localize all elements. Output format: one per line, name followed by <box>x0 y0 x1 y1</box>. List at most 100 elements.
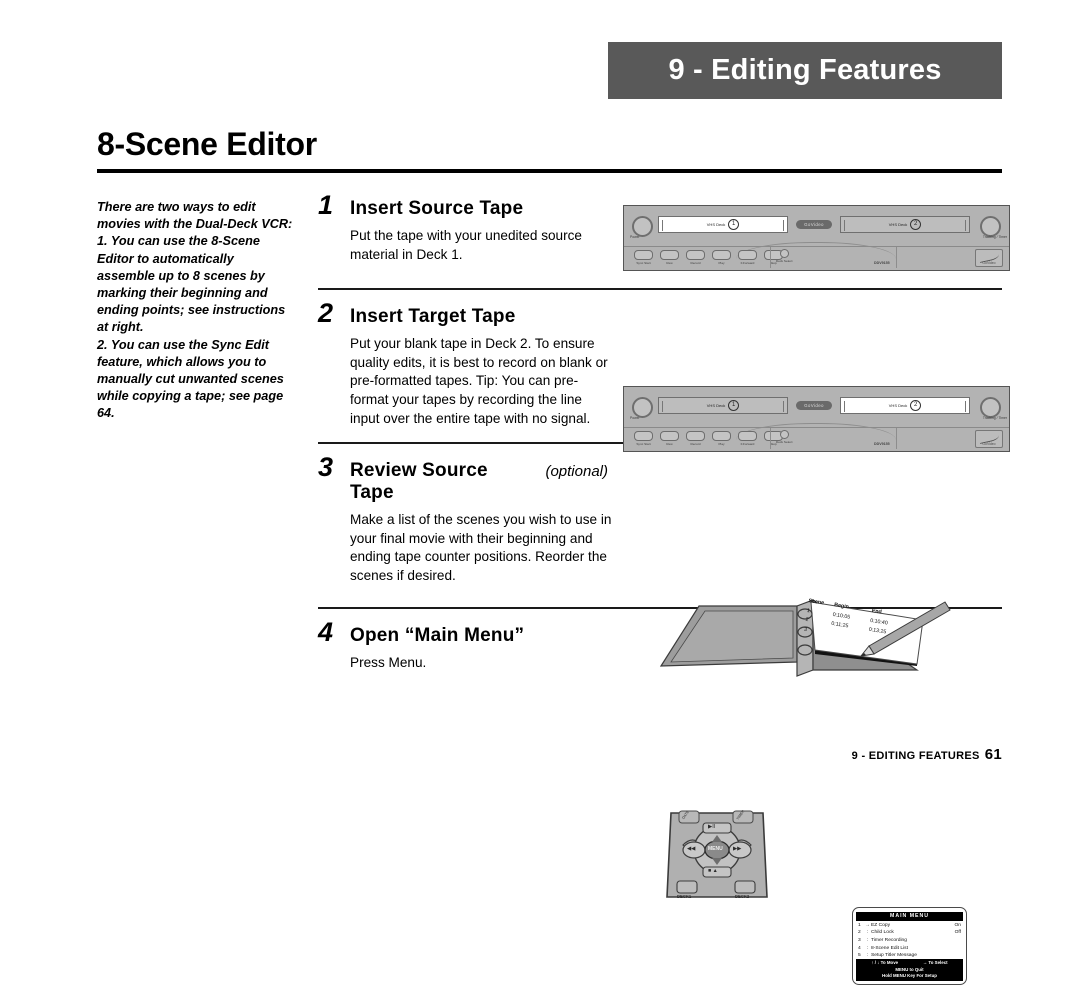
osd-title: MAIN MENU <box>856 912 963 921</box>
remote-play-pause-label: ▶II <box>708 824 716 830</box>
vcr1-deck2-slot: VHS Deck 2 <box>840 216 970 233</box>
step-3-number: 3 <box>318 452 334 483</box>
vcr2-top-panel: Power Tracking / Timer VHS Deck 1 GoVide… <box>624 387 1009 428</box>
sidebar-note-paragraph-1: There are two ways to edit movies with t… <box>97 200 293 232</box>
osd-item-1-label: EZ Copy <box>871 922 891 928</box>
vcr1-button-sync-start-label: Sync Start <box>636 261 651 265</box>
vcr2-button-play-label: Play <box>718 442 725 446</box>
remote-timer-label: TIMER <box>735 809 746 821</box>
remote-date-label: DATE <box>681 810 690 820</box>
sync-start-icon <box>634 250 653 260</box>
step-4-number: 4 <box>318 616 334 647</box>
power-knob-icon <box>632 216 653 237</box>
vcr1-button-rew-label: Rew <box>666 261 673 265</box>
page-title-rule <box>97 169 1002 173</box>
chapter-banner-text: 9 - Editing Features <box>668 54 942 86</box>
vcr1-deck1-slot: VHS Deck 1 <box>658 216 788 233</box>
vcr1-logo: GoVideo <box>975 249 1003 267</box>
vcr1-button-forward: F.Forward <box>738 250 757 265</box>
vcr1-bottom-panel: Sync Start Rew Record Play F.Forward Sto… <box>624 242 1009 270</box>
tracking-knob-icon <box>980 216 1001 237</box>
remote-rewind-label: ◀◀ <box>687 846 696 852</box>
binder-row1-scene: 1 <box>806 607 811 614</box>
footer-chapter-crumb: 9 - EDITING FEATURES <box>851 750 980 762</box>
vcr1-deck2-number: 2 <box>910 219 922 230</box>
remote-illustration: DATE TIMER ▶II ■ ▲ ◀◀ ▶▶ MENU DECK1 DECK… <box>663 809 771 904</box>
osd-item-2-label: Child Lock <box>871 930 894 936</box>
osd-item-8-scene-edit-list[interactable]: 4 : 8-Scene Edit List <box>856 945 963 953</box>
step-1-title: Insert Source Tape <box>350 198 524 219</box>
vcr2-bottom-panel: Sync Start Rew Record Play F.Forward Sto… <box>624 423 1009 451</box>
vcr2-tracking-label: Tracking / Timer <box>982 416 1007 420</box>
step-4-body: Press Menu. <box>350 654 427 670</box>
remote-labels: DATE TIMER ▶II ■ ▲ ◀◀ ▶▶ MENU DECK1 DECK… <box>663 809 771 904</box>
vcr2-button-sync-start-label: Sync Start <box>636 442 651 446</box>
step-insert-target-tape: 2 Insert Target Tape Put your blank tape… <box>318 288 1002 442</box>
step-2-rule <box>318 288 1002 291</box>
osd-item-timer-recording[interactable]: 3 : Timer Recording <box>856 937 963 945</box>
osd-main-menu: MAIN MENU 1 → EZ Copy On 2 : Child Lock … <box>852 907 967 985</box>
vcr2-button-forward-label: F.Forward <box>740 442 755 446</box>
vcr1-tracking-label: Tracking / Timer <box>982 235 1007 239</box>
vcr2-deck2-slot: VHS Deck 2 <box>840 397 970 414</box>
sidebar-note: There are two ways to edit movies with t… <box>97 199 294 423</box>
vcr1-button-play: Play <box>712 250 731 265</box>
vcr-illustration-deck2: Power Tracking / Timer VHS Deck 1 GoVide… <box>623 386 1010 452</box>
osd-item-4-label: 8-Scene Edit List <box>871 945 908 951</box>
step-1-number: 1 <box>318 190 334 220</box>
chapter-banner: 9 - Editing Features <box>608 42 1002 99</box>
vcr1-button-record: Record <box>686 250 705 265</box>
remote-menu-label: MENU <box>708 846 723 852</box>
vcr1-brand-badge: GoVideo <box>796 220 832 229</box>
osd-item-ez-copy[interactable]: 1 → EZ Copy On <box>856 922 963 930</box>
step-2-title: Insert Target Tape <box>350 306 516 328</box>
osd-item-1-value: On <box>954 922 961 928</box>
vcr1-top-panel: Power Tracking / Timer VHS Deck 1 GoVide… <box>624 206 1009 247</box>
vcr2-separator-1 <box>770 428 771 449</box>
vcr1-deck1-number: 1 <box>728 219 740 230</box>
vcr2-deck2-label: VHS Deck <box>888 403 908 408</box>
step-open-main-menu: 4 Open “Main Menu” Press Menu. <box>318 606 1002 673</box>
osd-item-4-separator: : <box>866 945 869 951</box>
remote-stop-eject-label: ■ ▲ <box>708 868 718 874</box>
vcr2-deck1-tick-left <box>662 401 663 412</box>
step-4-heading: 4 Open “Main Menu” <box>318 616 608 647</box>
sidebar-note-paragraph-3: 2. You can use the Sync Edit feature, wh… <box>97 337 284 421</box>
remote-deck1-label: DECK1 <box>677 894 692 899</box>
binder-illustration: Scene Begin End 1 0:10:05 0:10:40 2 0:11… <box>655 584 955 684</box>
osd-item-child-lock[interactable]: 2 : Child Lock Off <box>856 929 963 937</box>
step-3-body: Make a list of the scenes you wish to us… <box>350 512 612 583</box>
govideo-swoosh-icon <box>978 250 1000 263</box>
step-3-heading: 3 Review Source Tape (optional) <box>318 454 608 504</box>
vcr1-deck1-label: VHS Deck <box>706 222 726 227</box>
vcr2-button-record: Record <box>686 431 705 446</box>
vcr2-deck2-tick-left <box>844 401 845 412</box>
tracking-knob-icon <box>980 397 1001 418</box>
rewind-icon <box>660 250 679 260</box>
osd-item-3-label: Timer Recording <box>871 938 907 943</box>
vcr1-transport-buttons: Sync Start Rew Record Play F.Forward Sto… <box>634 250 783 265</box>
vcr2-button-play: Play <box>712 431 731 446</box>
osd-item-3-separator: : <box>866 938 869 943</box>
vcr1-button-forward-label: F.Forward <box>740 261 755 265</box>
vcr1-deck1-tick-left <box>662 220 663 231</box>
step-3-optional-label: (optional) <box>545 463 608 481</box>
vcr1-deck2-tick-left <box>844 220 845 231</box>
vcr1-deck-select: Deck Select <box>776 249 793 263</box>
binder-left-page <box>670 610 794 663</box>
sidebar-note-paragraph-2: 1. You can use the 8-Scene Editor to aut… <box>97 234 286 335</box>
vcr2-button-record-label: Record <box>690 442 701 446</box>
govideo-swoosh-icon <box>978 431 1000 444</box>
osd-footer-setup: Hold MENU Key For Setup <box>882 973 937 979</box>
vcr2-deck1-inner: VHS Deck 1 <box>707 400 740 411</box>
record-icon <box>686 250 705 260</box>
osd-item-2-value: Off <box>954 930 961 936</box>
play-icon <box>712 250 731 260</box>
step-2-body: Put your blank tape in Deck 2. To ensure… <box>350 336 608 426</box>
vcr1-deck-select-label: Deck Select <box>776 259 793 263</box>
step-2-number: 2 <box>318 298 334 329</box>
vcr2-deck2-number: 2 <box>910 400 922 411</box>
vcr2-brand-badge: GoVideo <box>796 401 832 410</box>
vcr1-deck2-inner: VHS Deck 2 <box>889 219 922 230</box>
record-icon <box>686 431 705 441</box>
